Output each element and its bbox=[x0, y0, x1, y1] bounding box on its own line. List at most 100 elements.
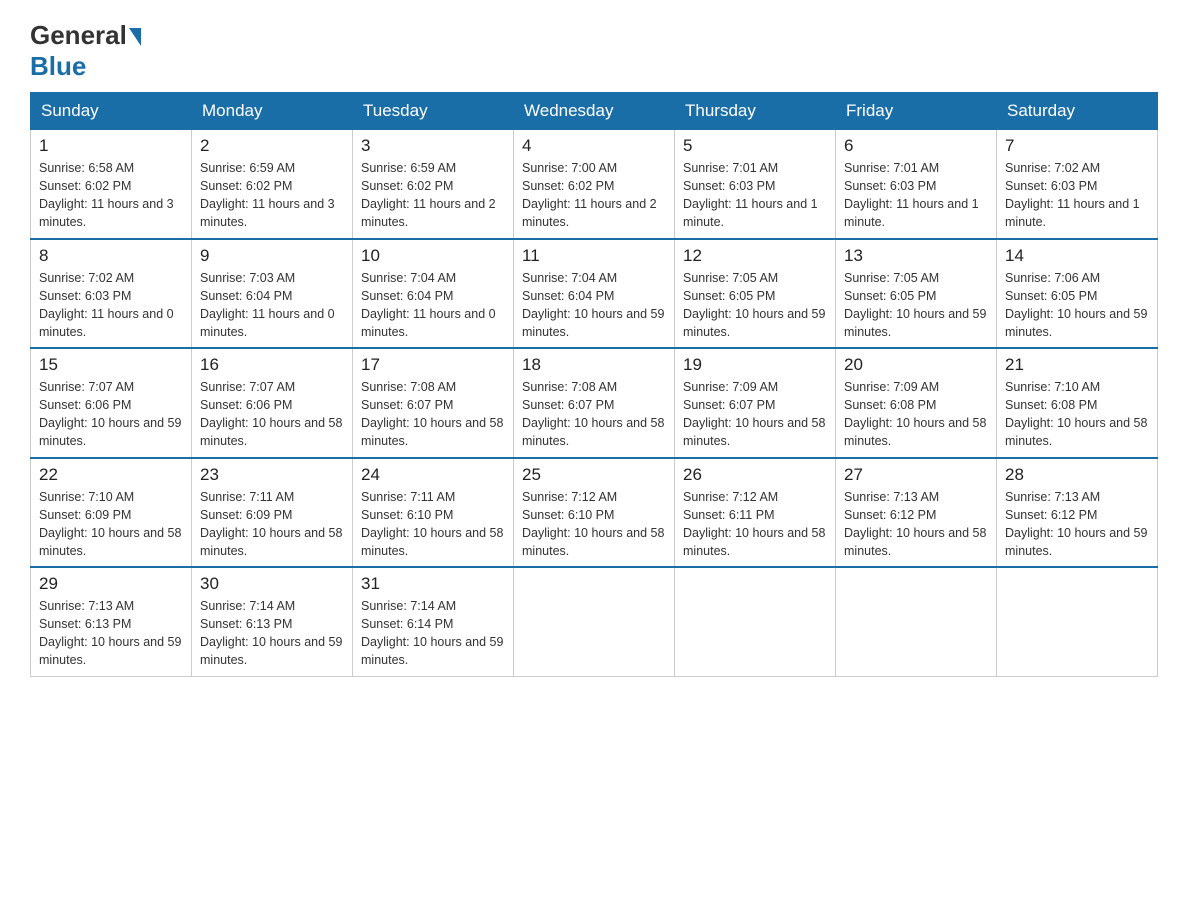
weekday-header-friday: Friday bbox=[836, 93, 997, 130]
day-info: Sunrise: 7:05 AMSunset: 6:05 PMDaylight:… bbox=[844, 269, 988, 342]
logo-blue-text: Blue bbox=[30, 51, 86, 82]
calendar-cell: 31 Sunrise: 7:14 AMSunset: 6:14 PMDayligh… bbox=[353, 567, 514, 676]
day-number: 21 bbox=[1005, 355, 1149, 375]
day-info: Sunrise: 7:01 AMSunset: 6:03 PMDaylight:… bbox=[683, 159, 827, 232]
day-info: Sunrise: 7:13 AMSunset: 6:13 PMDaylight:… bbox=[39, 597, 183, 670]
day-number: 20 bbox=[844, 355, 988, 375]
calendar-cell: 1 Sunrise: 6:58 AMSunset: 6:02 PMDaylight… bbox=[31, 130, 192, 239]
day-info: Sunrise: 7:07 AMSunset: 6:06 PMDaylight:… bbox=[39, 378, 183, 451]
calendar-cell: 13 Sunrise: 7:05 AMSunset: 6:05 PMDayligh… bbox=[836, 239, 997, 349]
calendar-cell: 9 Sunrise: 7:03 AMSunset: 6:04 PMDaylight… bbox=[192, 239, 353, 349]
calendar-cell: 11 Sunrise: 7:04 AMSunset: 6:04 PMDayligh… bbox=[514, 239, 675, 349]
calendar-cell: 23 Sunrise: 7:11 AMSunset: 6:09 PMDayligh… bbox=[192, 458, 353, 568]
day-info: Sunrise: 7:02 AMSunset: 6:03 PMDaylight:… bbox=[1005, 159, 1149, 232]
calendar-body: 1 Sunrise: 6:58 AMSunset: 6:02 PMDaylight… bbox=[31, 130, 1158, 677]
day-number: 9 bbox=[200, 246, 344, 266]
calendar-week-row: 15 Sunrise: 7:07 AMSunset: 6:06 PMDayligh… bbox=[31, 348, 1158, 458]
weekday-header-row: SundayMondayTuesdayWednesdayThursdayFrid… bbox=[31, 93, 1158, 130]
day-number: 17 bbox=[361, 355, 505, 375]
calendar-cell: 22Sunrise: 7:10 AMSunset: 6:09 PMDayligh… bbox=[31, 458, 192, 568]
day-info: Sunrise: 7:07 AMSunset: 6:06 PMDaylight:… bbox=[200, 378, 344, 451]
day-info: Sunrise: 7:00 AMSunset: 6:02 PMDaylight:… bbox=[522, 159, 666, 232]
day-number: 26 bbox=[683, 465, 827, 485]
calendar-cell: 26 Sunrise: 7:12 AMSunset: 6:11 PMDayligh… bbox=[675, 458, 836, 568]
day-info: Sunrise: 7:04 AMSunset: 6:04 PMDaylight:… bbox=[361, 269, 505, 342]
day-number: 1 bbox=[39, 136, 183, 156]
day-number: 13 bbox=[844, 246, 988, 266]
calendar-week-row: 22Sunrise: 7:10 AMSunset: 6:09 PMDayligh… bbox=[31, 458, 1158, 568]
day-number: 27 bbox=[844, 465, 988, 485]
day-number: 24 bbox=[361, 465, 505, 485]
day-number: 18 bbox=[522, 355, 666, 375]
day-info: Sunrise: 7:13 AMSunset: 6:12 PMDaylight:… bbox=[1005, 488, 1149, 561]
calendar-cell bbox=[514, 567, 675, 676]
day-info: Sunrise: 7:12 AMSunset: 6:11 PMDaylight:… bbox=[683, 488, 827, 561]
calendar-cell: 12Sunrise: 7:05 AMSunset: 6:05 PMDayligh… bbox=[675, 239, 836, 349]
day-info: Sunrise: 6:58 AMSunset: 6:02 PMDaylight:… bbox=[39, 159, 183, 232]
day-info: Sunrise: 7:10 AMSunset: 6:09 PMDaylight:… bbox=[39, 488, 183, 561]
calendar-cell: 28 Sunrise: 7:13 AMSunset: 6:12 PMDayligh… bbox=[997, 458, 1158, 568]
day-number: 16 bbox=[200, 355, 344, 375]
day-number: 29 bbox=[39, 574, 183, 594]
day-number: 4 bbox=[522, 136, 666, 156]
day-info: Sunrise: 7:01 AMSunset: 6:03 PMDaylight:… bbox=[844, 159, 988, 232]
calendar-cell: 19Sunrise: 7:09 AMSunset: 6:07 PMDayligh… bbox=[675, 348, 836, 458]
day-info: Sunrise: 6:59 AMSunset: 6:02 PMDaylight:… bbox=[200, 159, 344, 232]
calendar-cell: 3 Sunrise: 6:59 AMSunset: 6:02 PMDaylight… bbox=[353, 130, 514, 239]
calendar-cell: 5 Sunrise: 7:01 AMSunset: 6:03 PMDaylight… bbox=[675, 130, 836, 239]
day-number: 7 bbox=[1005, 136, 1149, 156]
day-info: Sunrise: 7:10 AMSunset: 6:08 PMDaylight:… bbox=[1005, 378, 1149, 451]
day-number: 3 bbox=[361, 136, 505, 156]
day-number: 31 bbox=[361, 574, 505, 594]
weekday-header-thursday: Thursday bbox=[675, 93, 836, 130]
calendar-cell: 30 Sunrise: 7:14 AMSunset: 6:13 PMDayligh… bbox=[192, 567, 353, 676]
calendar-cell: 4 Sunrise: 7:00 AMSunset: 6:02 PMDaylight… bbox=[514, 130, 675, 239]
day-number: 15 bbox=[39, 355, 183, 375]
calendar-cell: 24 Sunrise: 7:11 AMSunset: 6:10 PMDayligh… bbox=[353, 458, 514, 568]
calendar-week-row: 1 Sunrise: 6:58 AMSunset: 6:02 PMDaylight… bbox=[31, 130, 1158, 239]
day-info: Sunrise: 7:02 AMSunset: 6:03 PMDaylight:… bbox=[39, 269, 183, 342]
calendar-cell: 2 Sunrise: 6:59 AMSunset: 6:02 PMDaylight… bbox=[192, 130, 353, 239]
calendar-cell: 16 Sunrise: 7:07 AMSunset: 6:06 PMDayligh… bbox=[192, 348, 353, 458]
logo: General Blue bbox=[30, 20, 141, 82]
day-number: 6 bbox=[844, 136, 988, 156]
calendar-cell bbox=[836, 567, 997, 676]
day-number: 30 bbox=[200, 574, 344, 594]
calendar-cell: 17 Sunrise: 7:08 AMSunset: 6:07 PMDayligh… bbox=[353, 348, 514, 458]
day-info: Sunrise: 7:06 AMSunset: 6:05 PMDaylight:… bbox=[1005, 269, 1149, 342]
day-info: Sunrise: 7:11 AMSunset: 6:09 PMDaylight:… bbox=[200, 488, 344, 561]
calendar-cell: 8 Sunrise: 7:02 AMSunset: 6:03 PMDaylight… bbox=[31, 239, 192, 349]
day-number: 11 bbox=[522, 246, 666, 266]
calendar-cell: 27Sunrise: 7:13 AMSunset: 6:12 PMDayligh… bbox=[836, 458, 997, 568]
calendar-cell bbox=[997, 567, 1158, 676]
calendar-cell: 15 Sunrise: 7:07 AMSunset: 6:06 PMDayligh… bbox=[31, 348, 192, 458]
calendar-table: SundayMondayTuesdayWednesdayThursdayFrid… bbox=[30, 92, 1158, 677]
day-info: Sunrise: 7:08 AMSunset: 6:07 PMDaylight:… bbox=[522, 378, 666, 451]
day-number: 2 bbox=[200, 136, 344, 156]
calendar-cell: 18 Sunrise: 7:08 AMSunset: 6:07 PMDayligh… bbox=[514, 348, 675, 458]
day-info: Sunrise: 7:14 AMSunset: 6:13 PMDaylight:… bbox=[200, 597, 344, 670]
day-number: 25 bbox=[522, 465, 666, 485]
logo-general-text: General bbox=[30, 20, 127, 51]
day-info: Sunrise: 7:14 AMSunset: 6:14 PMDaylight:… bbox=[361, 597, 505, 670]
day-info: Sunrise: 7:03 AMSunset: 6:04 PMDaylight:… bbox=[200, 269, 344, 342]
calendar-cell: 29 Sunrise: 7:13 AMSunset: 6:13 PMDayligh… bbox=[31, 567, 192, 676]
day-info: Sunrise: 7:11 AMSunset: 6:10 PMDaylight:… bbox=[361, 488, 505, 561]
calendar-cell: 10Sunrise: 7:04 AMSunset: 6:04 PMDayligh… bbox=[353, 239, 514, 349]
day-info: Sunrise: 7:09 AMSunset: 6:08 PMDaylight:… bbox=[844, 378, 988, 451]
calendar-cell: 6 Sunrise: 7:01 AMSunset: 6:03 PMDaylight… bbox=[836, 130, 997, 239]
weekday-header-monday: Monday bbox=[192, 93, 353, 130]
day-info: Sunrise: 7:08 AMSunset: 6:07 PMDaylight:… bbox=[361, 378, 505, 451]
weekday-header-sunday: Sunday bbox=[31, 93, 192, 130]
day-number: 23 bbox=[200, 465, 344, 485]
calendar-cell: 7 Sunrise: 7:02 AMSunset: 6:03 PMDaylight… bbox=[997, 130, 1158, 239]
day-number: 14 bbox=[1005, 246, 1149, 266]
day-number: 28 bbox=[1005, 465, 1149, 485]
weekday-header-tuesday: Tuesday bbox=[353, 93, 514, 130]
day-number: 8 bbox=[39, 246, 183, 266]
calendar-cell: 25Sunrise: 7:12 AMSunset: 6:10 PMDayligh… bbox=[514, 458, 675, 568]
calendar-cell: 20 Sunrise: 7:09 AMSunset: 6:08 PMDayligh… bbox=[836, 348, 997, 458]
day-info: Sunrise: 7:04 AMSunset: 6:04 PMDaylight:… bbox=[522, 269, 666, 342]
day-number: 5 bbox=[683, 136, 827, 156]
day-info: Sunrise: 6:59 AMSunset: 6:02 PMDaylight:… bbox=[361, 159, 505, 232]
